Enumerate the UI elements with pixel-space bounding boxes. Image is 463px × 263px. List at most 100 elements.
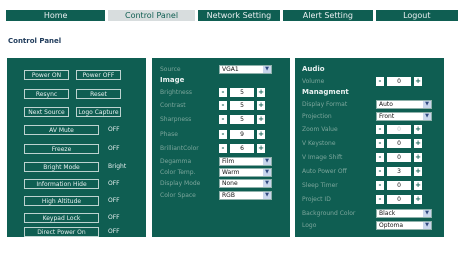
brilliant-color-value: 6 (230, 144, 254, 153)
high-altitude-status: OFF (108, 197, 120, 204)
reset-button[interactable]: Reset (76, 89, 121, 99)
information-hide-button[interactable]: Information Hide (24, 179, 99, 189)
minus-icon[interactable]: - (376, 195, 384, 204)
v-keystone-stepper[interactable]: -0 + (376, 139, 422, 148)
projector-id-value: 0 (387, 195, 411, 204)
high-altitude-button[interactable]: High Altitude (24, 196, 99, 206)
audio-header: Audio (302, 65, 325, 73)
plus-icon[interactable]: + (414, 195, 422, 204)
contrast-stepper[interactable]: -5 + (219, 101, 265, 110)
color-temp-value: Warm (222, 169, 240, 176)
projection-select[interactable]: Front ▼ (376, 112, 432, 121)
brightness-value: 5 (230, 88, 254, 97)
brightness-label: Brightness (160, 89, 192, 96)
resync-button[interactable]: Resync (24, 89, 69, 99)
sharpness-stepper[interactable]: -5 + (219, 115, 265, 124)
next-source-button[interactable]: Next Source (24, 107, 69, 117)
degamma-select[interactable]: Film ▼ (219, 157, 272, 166)
source-select[interactable]: VGA1 ▼ (219, 65, 272, 74)
v-image-shift-value: 0 (387, 153, 411, 162)
projector-id-label: Project ID (302, 196, 331, 203)
phase-value: 9 (230, 130, 254, 139)
display-format-select[interactable]: Auto ▼ (376, 100, 432, 109)
background-color-select[interactable]: Black ▼ (376, 209, 432, 218)
chevron-down-icon: ▼ (263, 180, 271, 187)
plus-icon[interactable]: + (414, 125, 422, 134)
minus-icon[interactable]: - (219, 144, 227, 153)
tab-control-panel[interactable]: Control Panel (108, 10, 195, 21)
bright-mode-status: Bright (108, 163, 127, 170)
projection-value: Front (379, 113, 395, 120)
top-nav: Home Control Panel Network Setting Alert… (6, 10, 458, 21)
sleep-timer-stepper[interactable]: -0 + (376, 181, 422, 190)
color-space-value: RGB (222, 192, 235, 199)
power-off-button[interactable]: Power OFF (76, 70, 121, 80)
minus-icon[interactable]: - (376, 181, 384, 190)
auto-power-off-stepper[interactable]: -3 + (376, 167, 422, 176)
plus-icon[interactable]: + (257, 101, 265, 110)
plus-icon[interactable]: + (414, 153, 422, 162)
logo-select[interactable]: Optoma ▼ (376, 221, 432, 230)
bright-mode-button[interactable]: Bright Mode (24, 162, 99, 172)
color-temp-select[interactable]: Warm ▼ (219, 168, 272, 177)
brightness-stepper[interactable]: -5 + (219, 88, 265, 97)
freeze-status: OFF (108, 145, 120, 152)
display-mode-label: Display Mode (160, 180, 201, 187)
projector-id-stepper[interactable]: -0 + (376, 195, 422, 204)
minus-icon[interactable]: - (219, 88, 227, 97)
minus-icon[interactable]: - (376, 167, 384, 176)
brilliant-color-stepper[interactable]: -6 + (219, 144, 265, 153)
logo-capture-button[interactable]: Logo Capture (76, 107, 121, 117)
display-format-label: Display Format (302, 101, 348, 108)
direct-power-on-status: OFF (108, 228, 120, 235)
minus-icon[interactable]: - (219, 115, 227, 124)
direct-power-on-button[interactable]: Direct Power On (24, 227, 99, 237)
tab-logout[interactable]: Logout (375, 10, 458, 21)
plus-icon[interactable]: + (257, 144, 265, 153)
zoom-value-stepper[interactable]: -0 + (376, 125, 422, 134)
plus-icon[interactable]: + (414, 167, 422, 176)
plus-icon[interactable]: + (257, 115, 265, 124)
display-mode-value: None (222, 180, 238, 187)
tab-home[interactable]: Home (6, 10, 106, 21)
chevron-down-icon: ▼ (263, 169, 271, 176)
background-color-value: Black (379, 210, 396, 217)
av-mute-status: OFF (108, 126, 120, 133)
v-image-shift-stepper[interactable]: -0 + (376, 153, 422, 162)
plus-icon[interactable]: + (414, 139, 422, 148)
plus-icon[interactable]: + (414, 77, 422, 86)
source-label: Source (160, 66, 181, 73)
plus-icon[interactable]: + (414, 181, 422, 190)
phase-stepper[interactable]: -9 + (219, 130, 265, 139)
freeze-button[interactable]: Freeze (24, 144, 99, 154)
power-control-panel: Power ON Power OFF Resync Reset Next Sou… (7, 58, 146, 237)
minus-icon[interactable]: - (219, 130, 227, 139)
minus-icon[interactable]: - (376, 153, 384, 162)
chevron-down-icon: ▼ (423, 101, 431, 108)
contrast-value: 5 (230, 101, 254, 110)
source-value: VGA1 (222, 66, 239, 73)
chevron-down-icon: ▼ (423, 222, 431, 229)
keypad-lock-button[interactable]: Keypad Lock (24, 213, 99, 223)
chevron-down-icon: ▼ (263, 158, 271, 165)
power-on-button[interactable]: Power ON (24, 70, 69, 80)
sleep-timer-label: Sleep Timer (302, 182, 338, 189)
plus-icon[interactable]: + (257, 130, 265, 139)
logo-value: Optoma (379, 222, 404, 229)
image-header: Image (160, 76, 185, 84)
display-mode-select[interactable]: None ▼ (219, 179, 272, 188)
tab-alert-setting[interactable]: Alert Setting (283, 10, 373, 21)
minus-icon[interactable]: - (376, 125, 384, 134)
plus-icon[interactable]: + (257, 88, 265, 97)
brilliant-color-label: BrilliantColor (160, 145, 199, 152)
color-space-select[interactable]: RGB ▼ (219, 191, 272, 200)
minus-icon[interactable]: - (219, 101, 227, 110)
chevron-down-icon: ▼ (263, 192, 271, 199)
minus-icon[interactable]: - (376, 139, 384, 148)
logo-label: Logo (302, 222, 317, 229)
minus-icon[interactable]: - (376, 77, 384, 86)
volume-stepper[interactable]: -0 + (376, 77, 422, 86)
av-mute-button[interactable]: AV Mute (24, 125, 99, 135)
tab-network-setting[interactable]: Network Setting (197, 10, 281, 21)
auto-power-off-label: Auto Power Off (302, 168, 347, 175)
